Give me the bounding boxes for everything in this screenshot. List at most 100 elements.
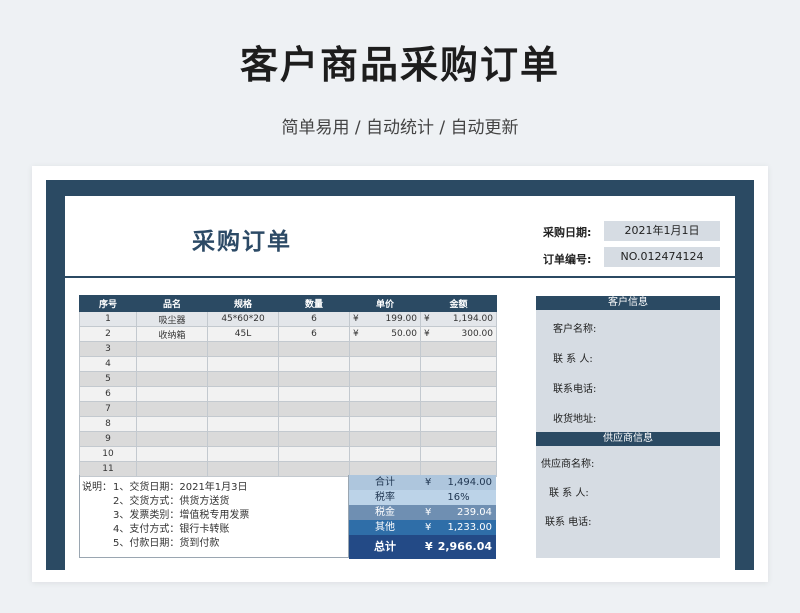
cell-name[interactable] (136, 431, 208, 447)
cell-amount[interactable] (420, 416, 497, 432)
cell-name[interactable] (136, 386, 208, 402)
table-row[interactable]: 4 (79, 356, 497, 372)
cell-no: 10 (79, 446, 137, 462)
col-header-no: 序号 (79, 295, 137, 312)
cell-no: 3 (79, 341, 137, 357)
table-row[interactable]: 8 (79, 416, 497, 432)
cell-amount[interactable]: ¥1,194.00 (420, 311, 497, 327)
cell-name[interactable] (136, 416, 208, 432)
cell-price[interactable] (349, 386, 421, 402)
cell-name[interactable] (136, 446, 208, 462)
customer-info-header: 客户信息 (536, 296, 720, 310)
cell-qty[interactable] (278, 341, 350, 357)
cell-name[interactable] (136, 371, 208, 387)
cell-name[interactable] (136, 341, 208, 357)
tax-rate-label: 税率 (375, 492, 395, 503)
cell-spec[interactable] (207, 416, 279, 432)
notes-box: 说明： 1、交货日期：2021年1月3日 2、交货方式：供货方送货 3、发票类别… (79, 475, 349, 558)
tax-row: 税金 ¥ 239.04 (349, 505, 496, 520)
supplier-name-label: 供应商名称: (541, 459, 595, 470)
cell-spec[interactable] (207, 386, 279, 402)
order-number-field[interactable]: NO.012474124 (604, 247, 720, 267)
cell-qty[interactable]: 6 (278, 311, 350, 327)
cell-spec[interactable] (207, 401, 279, 417)
purchase-date-field[interactable]: 2021年1月1日 (604, 221, 720, 241)
total-row: 总计 ¥ 2,966.04 (349, 535, 496, 559)
currency-symbol: ¥ (424, 314, 430, 324)
subtotal-label: 合计 (375, 477, 395, 488)
cell-qty[interactable] (278, 416, 350, 432)
cell-spec[interactable]: 45L (207, 326, 279, 342)
other-value: 1,233.00 (447, 522, 492, 533)
cell-price[interactable] (349, 416, 421, 432)
cell-amount[interactable] (420, 371, 497, 387)
cell-price[interactable]: ¥199.00 (349, 311, 421, 327)
cell-price[interactable] (349, 431, 421, 447)
cell-qty[interactable] (278, 431, 350, 447)
table-row[interactable]: 10 (79, 446, 497, 462)
cell-amount[interactable] (420, 401, 497, 417)
cell-qty[interactable] (278, 446, 350, 462)
customer-address-label: 收货地址: (553, 414, 597, 425)
cell-no: 7 (79, 401, 137, 417)
cell-spec[interactable] (207, 431, 279, 447)
cell-price[interactable] (349, 446, 421, 462)
cell-price[interactable] (349, 356, 421, 372)
amount-value: 1,194.00 (452, 314, 493, 324)
cell-price[interactable] (349, 341, 421, 357)
cell-amount[interactable] (420, 431, 497, 447)
customer-contact-label: 联 系 人: (553, 354, 593, 365)
cell-name[interactable] (136, 401, 208, 417)
tax-value: 239.04 (457, 507, 492, 518)
cell-no: 6 (79, 386, 137, 402)
col-header-spec: 规格 (207, 295, 279, 312)
cell-name[interactable]: 收纳箱 (136, 326, 208, 342)
cell-no: 8 (79, 416, 137, 432)
table-row[interactable]: 7 (79, 401, 497, 417)
cell-price[interactable] (349, 401, 421, 417)
document-title: 采购订单 (192, 229, 292, 255)
cell-price[interactable] (349, 371, 421, 387)
cell-no: 1 (79, 311, 137, 327)
cell-spec[interactable] (207, 446, 279, 462)
cell-amount[interactable] (420, 341, 497, 357)
cell-amount[interactable]: ¥300.00 (420, 326, 497, 342)
cell-spec[interactable]: 45*60*20 (207, 311, 279, 327)
table-row[interactable]: 5 (79, 371, 497, 387)
cell-no: 4 (79, 356, 137, 372)
cell-no: 2 (79, 326, 137, 342)
col-header-qty: 数量 (278, 295, 350, 312)
cell-name[interactable]: 吸尘器 (136, 311, 208, 327)
tax-rate-value[interactable]: 16% (421, 490, 496, 505)
cell-amount[interactable] (420, 386, 497, 402)
order-number-label: 订单编号: (543, 253, 592, 266)
cell-spec[interactable] (207, 371, 279, 387)
cell-qty[interactable] (278, 386, 350, 402)
table-row[interactable]: 9 (79, 431, 497, 447)
amount-value: 300.00 (461, 329, 494, 339)
table-row[interactable]: 3 (79, 341, 497, 357)
table-row[interactable]: 1 吸尘器 45*60*20 6 ¥199.00 ¥1,194.00 (79, 311, 497, 327)
purchase-date-label: 采购日期: (543, 226, 592, 239)
cell-qty[interactable] (278, 401, 350, 417)
cell-name[interactable] (136, 356, 208, 372)
price-value: 199.00 (385, 314, 418, 324)
cell-qty[interactable]: 6 (278, 326, 350, 342)
customer-name-label: 客户名称: (553, 324, 597, 335)
cell-qty[interactable] (278, 356, 350, 372)
header-divider (65, 276, 735, 278)
cell-amount[interactable] (420, 446, 497, 462)
cell-price[interactable]: ¥50.00 (349, 326, 421, 342)
table-row[interactable]: 6 (79, 386, 497, 402)
cell-qty[interactable] (278, 371, 350, 387)
note-line: 2、交货方式：供货方送货 (113, 496, 230, 507)
cell-no: 5 (79, 371, 137, 387)
page-subtitle: 简单易用 / 自动统计 / 自动更新 (281, 118, 519, 138)
col-header-price: 单价 (349, 295, 421, 312)
customer-phone-label: 联系电话: (553, 384, 597, 395)
table-row[interactable]: 2 收纳箱 45L 6 ¥50.00 ¥300.00 (79, 326, 497, 342)
currency-symbol: ¥ (425, 540, 433, 553)
cell-amount[interactable] (420, 356, 497, 372)
cell-spec[interactable] (207, 356, 279, 372)
cell-spec[interactable] (207, 341, 279, 357)
